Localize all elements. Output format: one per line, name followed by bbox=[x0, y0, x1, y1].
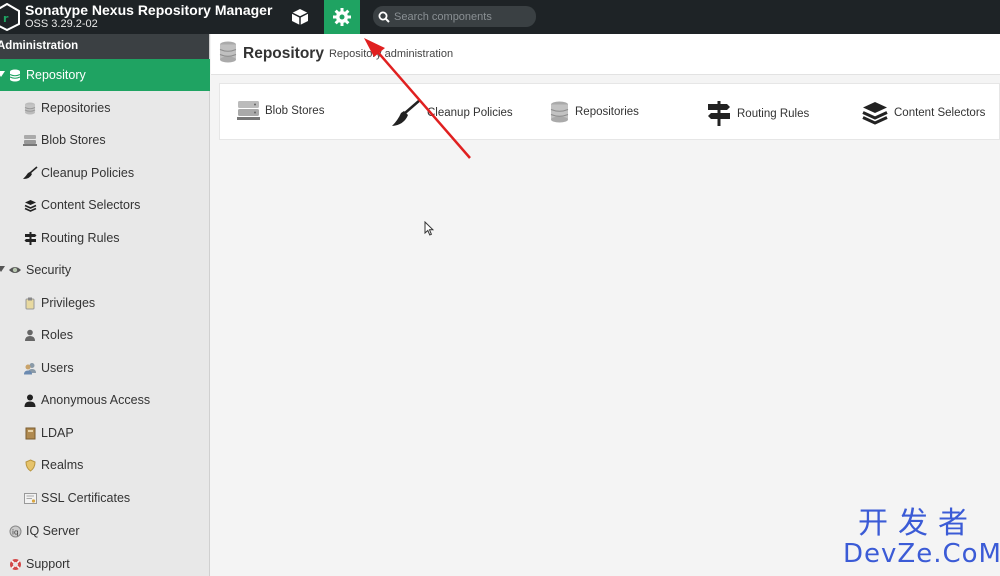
sidebar-item-label: Security bbox=[26, 263, 72, 277]
search-box[interactable] bbox=[373, 6, 536, 27]
database-icon bbox=[22, 100, 38, 116]
server-icon bbox=[22, 132, 38, 148]
shield-icon bbox=[22, 457, 38, 473]
sidebar-item-repositories[interactable]: Repositories bbox=[0, 92, 210, 124]
sidebar-item-label: Blob Stores bbox=[41, 133, 106, 147]
tile-label: Cleanup Policies bbox=[427, 107, 513, 119]
badge-icon bbox=[22, 295, 38, 311]
expand-caret-icon[interactable] bbox=[0, 266, 5, 272]
iq-icon: iq bbox=[7, 523, 23, 539]
expand-caret-icon[interactable] bbox=[0, 71, 5, 77]
page-title: Repository bbox=[243, 45, 324, 62]
database-icon bbox=[219, 41, 237, 68]
sidebar-item-blob-stores[interactable]: Blob Stores bbox=[0, 124, 210, 156]
browse-button[interactable] bbox=[282, 0, 318, 34]
sidebar-item-label: IQ Server bbox=[26, 524, 80, 538]
repository-feature-panel: Blob Stores Cleanup Policies Repositorie… bbox=[219, 83, 1000, 140]
mouse-cursor-icon bbox=[424, 221, 434, 236]
signpost-icon bbox=[22, 230, 38, 246]
sidebar-item-label: LDAP bbox=[41, 426, 74, 440]
sidebar-item-label: Repository bbox=[26, 68, 86, 82]
app-version: OSS 3.29.2-02 bbox=[25, 18, 98, 30]
nexus-logo-icon[interactable]: r bbox=[0, 3, 20, 31]
sidebar-item-anonymous-access[interactable]: Anonymous Access bbox=[0, 384, 210, 416]
app-title: Sonatype Nexus Repository Manager bbox=[25, 2, 273, 18]
sidebar-item-iq-server[interactable]: iq IQ Server bbox=[0, 515, 210, 547]
cube-icon bbox=[291, 9, 309, 25]
sidebar: Administration Repository Repositories B… bbox=[0, 34, 210, 576]
signpost-icon bbox=[707, 101, 731, 126]
tile-routing-rules[interactable]: Routing Rules bbox=[707, 101, 809, 126]
sidebar-item-repository[interactable]: Repository bbox=[0, 59, 210, 91]
sidebar-item-label: Privileges bbox=[41, 296, 96, 310]
broom-icon bbox=[22, 165, 38, 181]
svg-text:iq: iq bbox=[12, 528, 18, 536]
lifebuoy-icon bbox=[7, 556, 23, 572]
sidebar-item-label: Users bbox=[41, 361, 74, 375]
gear-icon bbox=[333, 8, 351, 26]
sidebar-item-users[interactable]: Users bbox=[0, 352, 210, 384]
sidebar-item-label: Roles bbox=[41, 328, 73, 342]
watermark-chinese: 开发者 bbox=[858, 506, 978, 541]
layers-icon bbox=[862, 101, 888, 125]
sidebar-item-label: Repositories bbox=[41, 101, 111, 115]
page-subtitle: Repository administration bbox=[328, 48, 454, 60]
user-icon bbox=[22, 392, 38, 408]
database-icon bbox=[550, 101, 569, 123]
sidebar-item-privileges[interactable]: Privileges bbox=[0, 287, 210, 319]
administration-button[interactable] bbox=[324, 0, 360, 34]
sidebar-item-label: SSL Certificates bbox=[41, 491, 131, 505]
sidebar-item-routing-rules[interactable]: Routing Rules bbox=[0, 222, 210, 254]
svg-text:r: r bbox=[3, 12, 9, 25]
sidebar-item-realms[interactable]: Realms bbox=[0, 449, 210, 481]
tile-blob-stores[interactable]: Blob Stores bbox=[237, 100, 324, 121]
watermark: 开发者 DevZe.CoM bbox=[843, 506, 1000, 569]
tile-cleanup-policies[interactable]: Cleanup Policies bbox=[391, 99, 513, 127]
role-icon bbox=[22, 327, 38, 343]
watermark-latin: DevZe.CoM bbox=[843, 539, 1000, 569]
sidebar-item-ssl-certificates[interactable]: SSL Certificates bbox=[0, 482, 210, 514]
tile-repositories[interactable]: Repositories bbox=[550, 101, 639, 123]
sidebar-item-cleanup-policies[interactable]: Cleanup Policies bbox=[0, 157, 210, 189]
sidebar-item-label: Support bbox=[26, 557, 70, 571]
sidebar-item-support[interactable]: Support bbox=[0, 548, 210, 576]
sidebar-item-label: Cleanup Policies bbox=[41, 166, 135, 180]
certificate-icon bbox=[22, 490, 38, 506]
server-icon bbox=[237, 100, 260, 121]
tile-content-selectors[interactable]: Content Selectors bbox=[862, 101, 985, 125]
sidebar-item-content-selectors[interactable]: Content Selectors bbox=[0, 189, 210, 221]
broom-icon bbox=[391, 99, 421, 127]
eye-icon bbox=[7, 262, 23, 278]
sidebar-item-label: Anonymous Access bbox=[41, 393, 151, 407]
search-icon bbox=[378, 11, 390, 23]
users-icon bbox=[22, 360, 38, 376]
sidebar-item-label: Routing Rules bbox=[41, 231, 120, 245]
page-header: Repository Repository administration bbox=[211, 34, 1000, 75]
tile-label: Routing Rules bbox=[737, 107, 810, 120]
sidebar-header: Administration bbox=[0, 34, 209, 59]
sidebar-item-ldap[interactable]: LDAP bbox=[0, 417, 210, 449]
sidebar-item-security[interactable]: Security bbox=[0, 254, 210, 286]
tile-label: Content Selectors bbox=[894, 107, 986, 119]
database-icon bbox=[7, 67, 23, 83]
tile-label: Repositories bbox=[575, 106, 639, 118]
tile-label: Blob Stores bbox=[265, 104, 325, 117]
layers-icon bbox=[22, 197, 38, 213]
top-bar: r Sonatype Nexus Repository Manager OSS … bbox=[0, 0, 1000, 34]
sidebar-item-label: Realms bbox=[41, 458, 84, 472]
sidebar-item-label: Content Selectors bbox=[41, 198, 141, 212]
brand[interactable]: Sonatype Nexus Repository Manager OSS 3.… bbox=[25, 2, 272, 31]
search-input[interactable] bbox=[394, 10, 534, 23]
sidebar-item-roles[interactable]: Roles bbox=[0, 319, 210, 351]
book-icon bbox=[22, 425, 38, 441]
